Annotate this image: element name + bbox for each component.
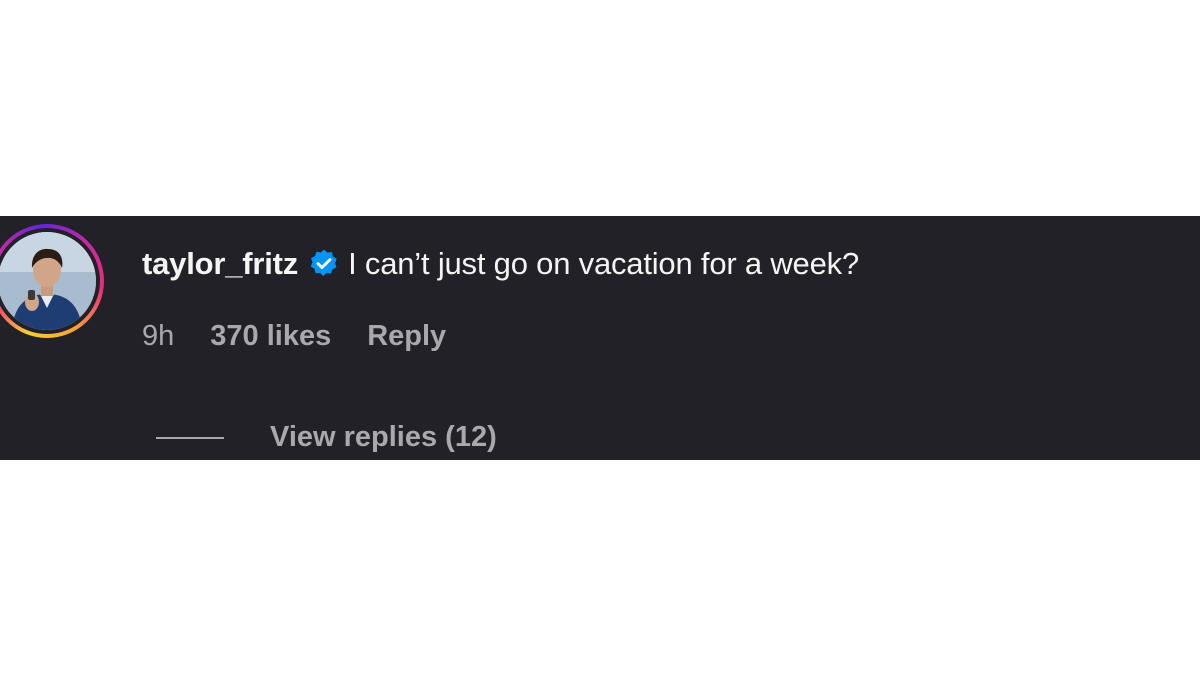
- comment-line: taylor_fritz I can’t just go on vacation…: [142, 246, 859, 282]
- comment-panel: taylor_fritz I can’t just go on vacation…: [0, 216, 1200, 460]
- reply-button[interactable]: Reply: [367, 320, 446, 353]
- verified-badge-icon: [308, 248, 340, 280]
- comment-username[interactable]: taylor_fritz: [142, 246, 298, 282]
- view-replies-row[interactable]: View replies (12): [156, 421, 497, 454]
- story-ring[interactable]: [0, 224, 104, 338]
- likes-count[interactable]: 370 likes: [210, 320, 331, 353]
- comment-text: I can’t just go on vacation for a week?: [348, 246, 859, 281]
- view-replies-button[interactable]: View replies (12): [270, 421, 497, 454]
- avatar[interactable]: [0, 232, 96, 330]
- replies-divider-line: [156, 436, 224, 439]
- comment-timestamp[interactable]: 9h: [142, 320, 174, 353]
- avatar-photo: [0, 232, 96, 330]
- comment-meta: 9h 370 likes Reply: [142, 320, 446, 353]
